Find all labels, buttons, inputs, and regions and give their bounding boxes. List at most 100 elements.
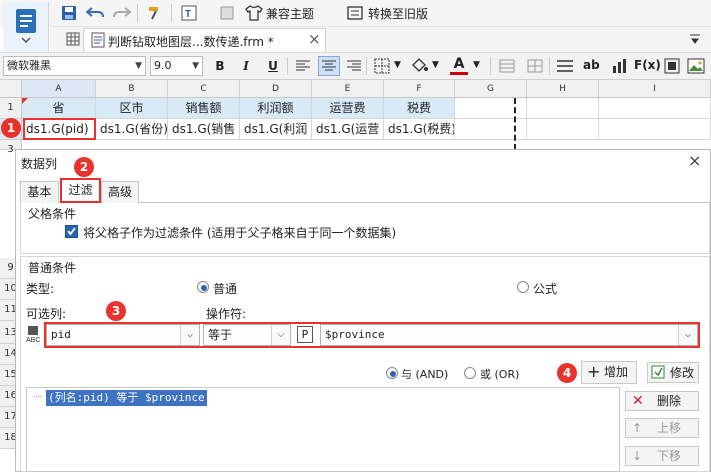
parameter-icon[interactable]: P xyxy=(297,326,313,343)
form-file-icon xyxy=(89,31,107,49)
grid-cell-e1[interactable]: 运营费 xyxy=(312,98,384,119)
undo-icon[interactable] xyxy=(86,4,104,22)
grid-cell-h1[interactable] xyxy=(527,98,599,119)
text-template-icon[interactable]: T xyxy=(180,4,198,22)
format-painter-icon[interactable] xyxy=(146,4,164,22)
redo-icon[interactable] xyxy=(113,4,131,22)
chevron-down-icon[interactable]: ▼ xyxy=(394,60,401,70)
preview-icon[interactable] xyxy=(218,4,236,22)
and-label: 与 (AND) xyxy=(401,368,449,381)
grid-cell-g2[interactable] xyxy=(455,119,527,140)
tab-basic[interactable]: 基本 xyxy=(20,181,59,203)
column-header-i[interactable]: I xyxy=(599,80,711,98)
bold-button[interactable]: B xyxy=(211,57,229,75)
svg-text:ABC: ABC xyxy=(26,337,40,343)
row-header-1[interactable]: 1 xyxy=(0,98,22,119)
tab-menu-icon[interactable] xyxy=(686,30,704,48)
fill-color-icon[interactable] xyxy=(410,57,428,75)
svg-text:T: T xyxy=(185,9,191,20)
convert-icon[interactable] xyxy=(346,4,364,22)
formula-button[interactable]: F(x) xyxy=(634,58,661,72)
step-badge-1: 1 xyxy=(1,118,21,138)
column-header-c[interactable]: C xyxy=(168,80,240,98)
column-select[interactable]: pid ⌵ xyxy=(46,324,200,346)
operator-label: 操作符: xyxy=(206,307,247,321)
grid-cell-e2[interactable]: ds1.G(运营 xyxy=(312,119,384,140)
and-radio[interactable] xyxy=(386,367,398,379)
theme-shirt-icon[interactable] xyxy=(245,4,263,22)
dialog-close-icon[interactable]: × xyxy=(688,151,701,170)
parent-checkbox[interactable] xyxy=(65,225,78,238)
insert-image-icon[interactable] xyxy=(687,57,705,75)
grid-cell-b2[interactable]: ds1.G(省份) xyxy=(96,119,168,140)
toolbar-divider xyxy=(171,4,172,22)
align-center-icon[interactable] xyxy=(318,56,340,76)
or-label: 或 (OR) xyxy=(480,368,520,381)
modify-button[interactable]: 修改 xyxy=(647,362,699,383)
grid-corner[interactable] xyxy=(0,80,22,98)
chevron-down-icon[interactable]: ▼ xyxy=(432,60,439,70)
operator-select-value: 等于 xyxy=(208,328,233,342)
chevron-down-icon: ⌵ xyxy=(180,325,199,345)
toolbar-divider xyxy=(549,57,550,75)
close-tab-icon[interactable]: × xyxy=(308,30,321,48)
align-right-icon[interactable] xyxy=(345,57,363,75)
grid-menu-icon[interactable] xyxy=(64,30,82,48)
underline-button[interactable]: U xyxy=(264,57,282,75)
condition-item[interactable]: (列名:pid) 等于 $province xyxy=(46,390,207,406)
align-left-icon[interactable] xyxy=(294,57,312,75)
unmerge-cells-icon[interactable] xyxy=(526,57,544,75)
grid-cell-i2[interactable] xyxy=(599,119,711,140)
grid-cell-f1[interactable]: 税费 xyxy=(384,98,455,119)
text-format-button[interactable]: ab xyxy=(583,58,600,72)
save-icon[interactable] xyxy=(60,4,78,22)
text-color-button[interactable]: A xyxy=(450,55,468,73)
grid-cell-c2[interactable]: ds1.G(销售 xyxy=(168,119,240,140)
optional-column-label: 可选列: xyxy=(26,307,67,321)
insert-row-icon[interactable] xyxy=(556,57,574,75)
convert-old-button[interactable]: 转换至旧版 xyxy=(368,5,428,22)
font-size-select[interactable]: 9.0 ▼ xyxy=(150,56,203,76)
add-button-label: 增加 xyxy=(604,365,629,379)
or-radio[interactable] xyxy=(464,367,476,379)
grid-cell-b1[interactable]: 区市 xyxy=(96,98,168,119)
type-formula-radio[interactable] xyxy=(517,281,529,293)
column-header-d[interactable]: D xyxy=(240,80,312,98)
delete-button[interactable]: ✕ 删除 xyxy=(625,391,699,411)
font-family-value: 微软雅黑 xyxy=(7,59,51,72)
move-up-button[interactable]: ↑ 上移 xyxy=(625,418,699,438)
grid-cell-a1[interactable]: 省 xyxy=(22,98,96,119)
type-normal-radio[interactable] xyxy=(197,281,209,293)
value-select[interactable]: $province ⌵ xyxy=(320,324,698,346)
column-header-f[interactable]: F xyxy=(384,80,455,98)
cell-marker-icon xyxy=(22,98,28,104)
chevron-down-icon: ⌵ xyxy=(678,325,697,345)
column-header-h[interactable]: H xyxy=(527,80,599,98)
grid-cell-d1[interactable]: 利润额 xyxy=(240,98,312,119)
compat-theme-button[interactable]: 兼容主题 xyxy=(266,5,314,22)
modify-button-label: 修改 xyxy=(670,366,695,380)
grid-cell-d2[interactable]: ds1.G(利润 xyxy=(240,119,312,140)
grid-cell-h2[interactable] xyxy=(527,119,599,140)
tab-advanced[interactable]: 高级 xyxy=(101,181,139,203)
operator-select[interactable]: 等于 ⌵ xyxy=(203,324,291,346)
italic-button[interactable]: I xyxy=(237,57,255,75)
column-header-b[interactable]: B xyxy=(96,80,168,98)
parent-condition-title: 父格条件 xyxy=(28,207,77,221)
grid-cell-c1[interactable]: 销售额 xyxy=(168,98,240,119)
column-header-g[interactable]: G xyxy=(455,80,527,98)
column-header-a[interactable]: A xyxy=(22,80,96,98)
column-header-e[interactable]: E xyxy=(312,80,384,98)
chart-icon[interactable] xyxy=(610,57,628,75)
grid-cell-i1[interactable] xyxy=(599,98,711,119)
insert-subreport-icon[interactable] xyxy=(663,57,681,75)
font-family-select[interactable]: 微软雅黑 ▼ xyxy=(3,56,146,76)
merge-cells-icon[interactable] xyxy=(498,57,516,75)
add-button[interactable]: + 增加 xyxy=(581,361,637,384)
border-icon[interactable] xyxy=(373,57,391,75)
file-tab-title: 判断钻取地图层...数传递.frm * xyxy=(108,35,274,49)
grid-cell-f2[interactable]: ds1.G(税费) xyxy=(384,119,455,140)
move-down-button[interactable]: ↓ 下移 xyxy=(625,446,699,466)
grid-cell-g1[interactable] xyxy=(455,98,527,119)
chevron-down-icon[interactable]: ▼ xyxy=(473,60,480,70)
